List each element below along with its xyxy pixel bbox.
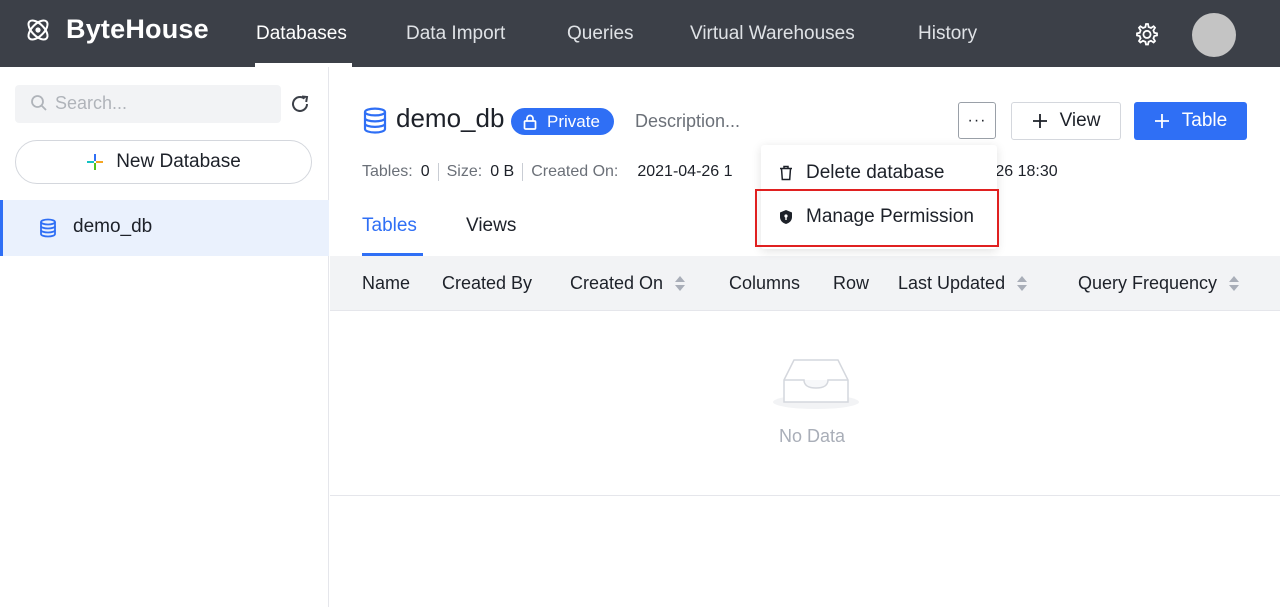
settings-gear-icon[interactable]: [1133, 21, 1159, 47]
highlight-box: [755, 189, 999, 247]
empty-inbox-icon: [773, 359, 859, 409]
nav-virtual-warehouses[interactable]: Virtual Warehouses: [690, 0, 855, 67]
column-header-query-frequency[interactable]: Query Frequency: [1078, 273, 1240, 294]
database-search-input[interactable]: Search...: [15, 85, 281, 123]
colorful-plus-icon: [87, 154, 104, 170]
divider: [330, 495, 1280, 496]
column-header-name: Name: [362, 273, 411, 293]
new-database-button[interactable]: New Database: [15, 140, 312, 184]
tables-count-label: Tables:: [362, 163, 413, 180]
tables-count-value: 0: [420, 163, 430, 180]
search-icon: [31, 95, 47, 111]
badge-label: Private: [547, 111, 600, 131]
lock-icon: [523, 114, 537, 130]
bytehouse-logo-icon: [27, 19, 49, 40]
database-icon: [363, 107, 387, 134]
sort-icon[interactable]: [675, 276, 686, 291]
private-badge: Private: [511, 108, 614, 135]
empty-state-text: No Data: [779, 426, 846, 446]
table-button-label: Table: [1181, 110, 1228, 131]
database-title: demo_db: [396, 103, 505, 133]
meta-divider: [522, 163, 524, 181]
meta-divider: [437, 163, 439, 181]
top-navbar: ByteHouse Databases Data Import Queries …: [0, 0, 1280, 67]
column-header-columns: Columns: [729, 273, 801, 293]
created-on-label: Created On:: [531, 163, 619, 180]
app-logo[interactable]: ByteHouse: [24, 14, 209, 45]
sidebar-item-label: demo_db: [73, 216, 153, 237]
sidebar-item-demo-db[interactable]: demo_db: [0, 200, 329, 256]
updated-on-value: -26 18:30: [990, 163, 1058, 180]
sort-icon[interactable]: [1229, 276, 1240, 291]
tab-views[interactable]: Views: [466, 215, 516, 237]
view-button-label: View: [1059, 110, 1101, 131]
plus-icon: [1154, 114, 1169, 128]
column-header-row: Row: [833, 273, 870, 293]
size-label: Size:: [446, 163, 483, 180]
created-on-value: 2021-04-26 1: [637, 163, 733, 180]
table-header: Name Created By Created On Columns Row L…: [330, 256, 1280, 311]
database-sidebar: Search... New Database demo_db: [0, 67, 329, 607]
add-table-button[interactable]: Table: [1134, 102, 1247, 140]
description-field[interactable]: Description...: [635, 111, 740, 132]
new-database-label: New Database: [116, 151, 241, 172]
nav-queries[interactable]: Queries: [567, 0, 634, 67]
column-header-last-updated[interactable]: Last Updated: [898, 273, 1028, 294]
nav-history[interactable]: History: [918, 0, 977, 67]
size-value: 0 B: [490, 163, 515, 180]
database-icon: [40, 218, 56, 238]
app-name: ByteHouse: [66, 14, 209, 44]
menu-item-label: Delete database: [806, 162, 945, 183]
sort-icon[interactable]: [1017, 276, 1028, 291]
plus-icon: [1032, 114, 1047, 128]
more-options-button[interactable]: ···: [958, 102, 996, 139]
column-header-created-on[interactable]: Created On: [570, 273, 686, 294]
refresh-icon[interactable]: [289, 93, 311, 115]
ellipsis-icon: ···: [967, 111, 987, 129]
user-avatar[interactable]: [1192, 13, 1236, 57]
search-placeholder: Search...: [55, 93, 128, 113]
add-view-button[interactable]: View: [1011, 102, 1121, 140]
nav-databases[interactable]: Databases: [256, 0, 347, 67]
database-meta: Tables: 0 Size: 0 B Created On: 2021-04-…: [362, 163, 733, 181]
nav-data-import[interactable]: Data Import: [406, 0, 505, 67]
column-header-created-by: Created By: [442, 273, 533, 293]
tab-tables[interactable]: Tables: [362, 215, 417, 237]
trash-icon: [778, 165, 794, 181]
